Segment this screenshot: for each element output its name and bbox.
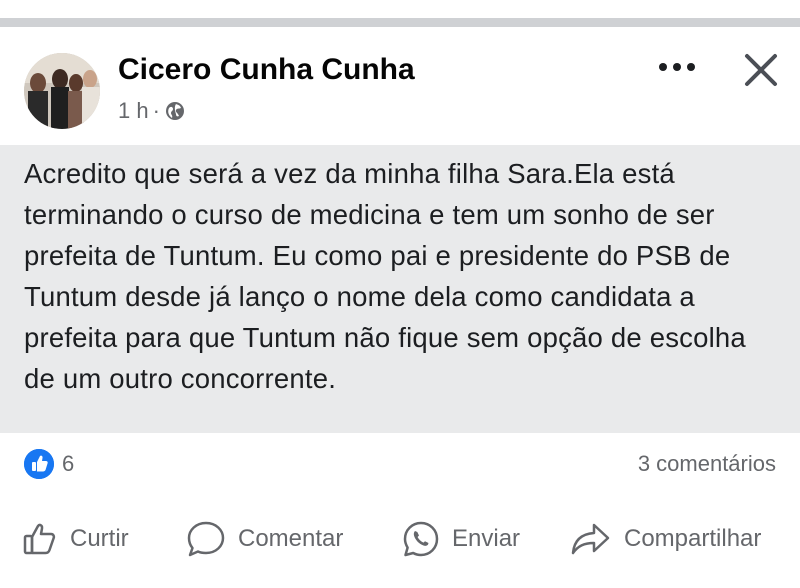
post-time[interactable]: 1 h bbox=[118, 98, 149, 124]
comment-button[interactable]: Comentar bbox=[186, 513, 343, 565]
post-actions: Curtir Comentar Enviar Compartilhar bbox=[0, 513, 800, 565]
thumbs-up-icon bbox=[23, 523, 56, 555]
close-button[interactable] bbox=[738, 47, 784, 93]
post-card: Cicero Cunha Cunha 1 h · Acredito que se… bbox=[0, 27, 800, 588]
send-button[interactable]: Enviar bbox=[402, 513, 520, 565]
separator-bar bbox=[0, 18, 800, 27]
whatsapp-icon bbox=[403, 521, 439, 557]
avatar[interactable] bbox=[24, 53, 100, 129]
post-header: Cicero Cunha Cunha 1 h · bbox=[0, 27, 800, 147]
post-text-block: Acredito que será a vez da minha filha S… bbox=[0, 145, 800, 433]
comment-bubble-icon bbox=[187, 521, 225, 557]
like-label: Curtir bbox=[70, 525, 129, 552]
feed-separator bbox=[0, 0, 800, 30]
like-button[interactable]: Curtir bbox=[22, 513, 129, 565]
like-count[interactable]: 6 bbox=[62, 451, 74, 477]
close-icon bbox=[745, 54, 777, 86]
share-arrow-icon bbox=[571, 523, 610, 555]
meta-separator: · bbox=[152, 98, 160, 123]
like-reaction-icon[interactable] bbox=[24, 449, 54, 479]
comment-label: Comentar bbox=[238, 525, 344, 552]
post-meta: 1 h · bbox=[118, 97, 186, 125]
more-dots-icon bbox=[659, 63, 695, 71]
post-text: Acredito que será a vez da minha filha S… bbox=[24, 158, 746, 394]
send-label: Enviar bbox=[452, 525, 521, 552]
more-options-button[interactable] bbox=[652, 53, 702, 89]
author-name[interactable]: Cicero Cunha Cunha bbox=[118, 53, 415, 87]
share-label: Compartilhar bbox=[624, 525, 762, 552]
share-button[interactable]: Compartilhar bbox=[570, 513, 761, 565]
avatar-photo bbox=[24, 53, 100, 129]
post-stats: 6 3 comentários bbox=[0, 447, 800, 483]
globe-icon bbox=[164, 100, 186, 122]
comment-count[interactable]: 3 comentários bbox=[638, 451, 776, 477]
